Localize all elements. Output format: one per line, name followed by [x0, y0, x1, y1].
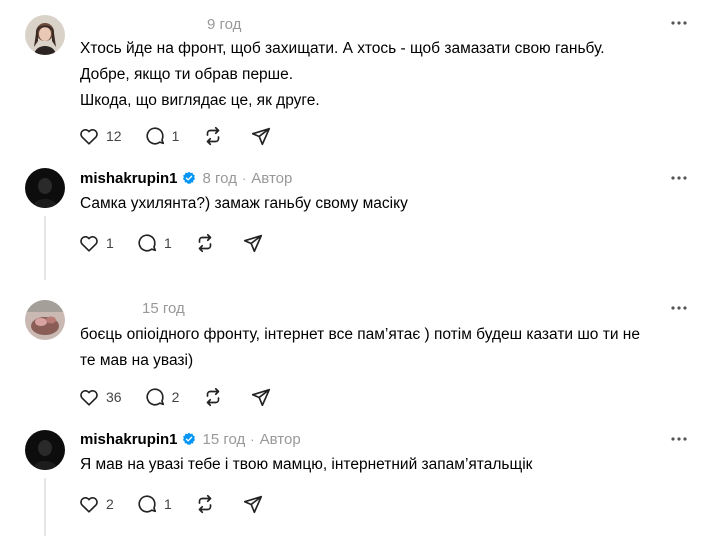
author-label: Автор	[251, 169, 293, 187]
reply-count: 1	[171, 128, 180, 144]
repost-icon	[198, 233, 212, 253]
post-header: mishakrupin1 8 год · Автор	[80, 167, 292, 189]
reply-post: 15 год боєць опіоідного фронту, інтернет…	[0, 290, 724, 420]
repost-icon	[206, 387, 219, 407]
repost-button[interactable]	[194, 232, 216, 254]
separator-dot: ·	[250, 431, 255, 447]
share-button[interactable]	[242, 493, 264, 515]
reply-button[interactable]: 2	[144, 386, 180, 408]
like-button[interactable]: 2	[78, 493, 114, 515]
share-icon	[243, 234, 263, 253]
verified-badge-icon	[182, 171, 196, 185]
post-text-line: боєць опіоідного фронту, інтернет все па…	[80, 326, 640, 343]
thread-line	[44, 478, 46, 536]
more-icon[interactable]	[670, 299, 688, 317]
reply-button[interactable]: 1	[144, 125, 180, 147]
like-button[interactable]: 12	[78, 125, 122, 147]
reply-count: 1	[164, 235, 172, 251]
comment-icon	[146, 127, 164, 145]
like-count: 2	[106, 496, 114, 512]
author-label: Автор	[259, 430, 301, 448]
reply-button[interactable]: 1	[136, 232, 172, 254]
like-count: 1	[106, 235, 114, 251]
reply-count: 2	[171, 389, 180, 405]
post-text: боєць опіоідного фронту, інтернет все па…	[80, 322, 640, 374]
post-header: mishakrupin1 15 год · Автор	[80, 428, 301, 450]
more-icon[interactable]	[670, 14, 688, 32]
username[interactable]: mishakrupin1	[80, 170, 178, 187]
share-button[interactable]	[242, 232, 264, 254]
timestamp: 15 год	[142, 299, 185, 317]
share-icon	[251, 127, 270, 146]
separator-dot: ·	[241, 170, 247, 186]
more-icon[interactable]	[670, 430, 688, 448]
more-icon[interactable]	[670, 169, 688, 187]
avatar[interactable]	[25, 168, 65, 208]
like-count: 36	[106, 389, 122, 405]
action-bar: 12 1	[78, 125, 298, 147]
author-reply-post: mishakrupin1 15 год · Автор Я мав на ува…	[0, 420, 724, 536]
username[interactable]: mishakrupin1	[80, 431, 178, 448]
post-text-line: Шкода, що виглядає це, як друге.	[80, 92, 320, 109]
timestamp: 9 год	[207, 15, 242, 33]
comment-icon	[138, 495, 157, 513]
post-text-line: Самка ухилянта?) замаж ганьбу свому масі…	[80, 195, 408, 212]
post-text-line: Я мав на увазі тебе і твою мамцю, інтерн…	[80, 456, 533, 473]
share-icon	[251, 388, 270, 407]
post-text: Я мав на увазі тебе і твою мамцю, інтерн…	[80, 452, 532, 478]
thread-line	[44, 216, 46, 280]
like-button[interactable]: 1	[78, 232, 114, 254]
heart-icon	[80, 236, 98, 252]
comment-icon	[138, 234, 157, 252]
repost-icon	[198, 494, 212, 514]
heart-icon	[80, 129, 98, 145]
avatar[interactable]	[25, 15, 65, 55]
timestamp: 8 год	[202, 169, 237, 187]
post-text-line: Хтось йде на фронт, щоб захищати. А хтос…	[80, 40, 605, 57]
post-text-line: те мав на увазі)	[80, 352, 194, 369]
share-button[interactable]	[250, 386, 272, 408]
share-icon	[243, 495, 263, 514]
repost-button[interactable]	[202, 125, 224, 147]
reply-post: 9 год Хтось йде на фронт, щоб захищати. …	[0, 0, 724, 160]
post-text-line: Добре, якщо ти обрав перше.	[80, 66, 294, 83]
repost-icon	[206, 126, 219, 146]
repost-button[interactable]	[194, 493, 216, 515]
post-header: 9 год	[207, 13, 241, 35]
timestamp: 15 год	[202, 430, 246, 448]
post-header: 15 год	[142, 297, 185, 319]
repost-button[interactable]	[202, 386, 224, 408]
reply-count: 1	[164, 496, 172, 512]
avatar[interactable]	[25, 430, 65, 470]
reply-button[interactable]: 1	[136, 493, 172, 515]
share-button[interactable]	[250, 125, 272, 147]
avatar[interactable]	[25, 300, 65, 340]
action-bar: 36 2	[78, 386, 298, 408]
like-count: 12	[106, 128, 122, 144]
heart-icon	[80, 497, 98, 513]
post-text: Хтось йде на фронт, щоб захищати. А хтос…	[80, 36, 605, 114]
heart-icon	[80, 390, 98, 406]
comment-icon	[146, 388, 164, 406]
post-text: Самка ухилянта?) замаж ганьбу свому масі…	[80, 191, 408, 217]
author-reply-post: mishakrupin1 8 год · Автор Самка ухилянт…	[0, 160, 724, 280]
like-button[interactable]: 36	[78, 386, 122, 408]
action-bar: 2 1	[78, 493, 290, 515]
verified-badge-icon	[182, 432, 196, 446]
action-bar: 1 1	[78, 232, 290, 254]
